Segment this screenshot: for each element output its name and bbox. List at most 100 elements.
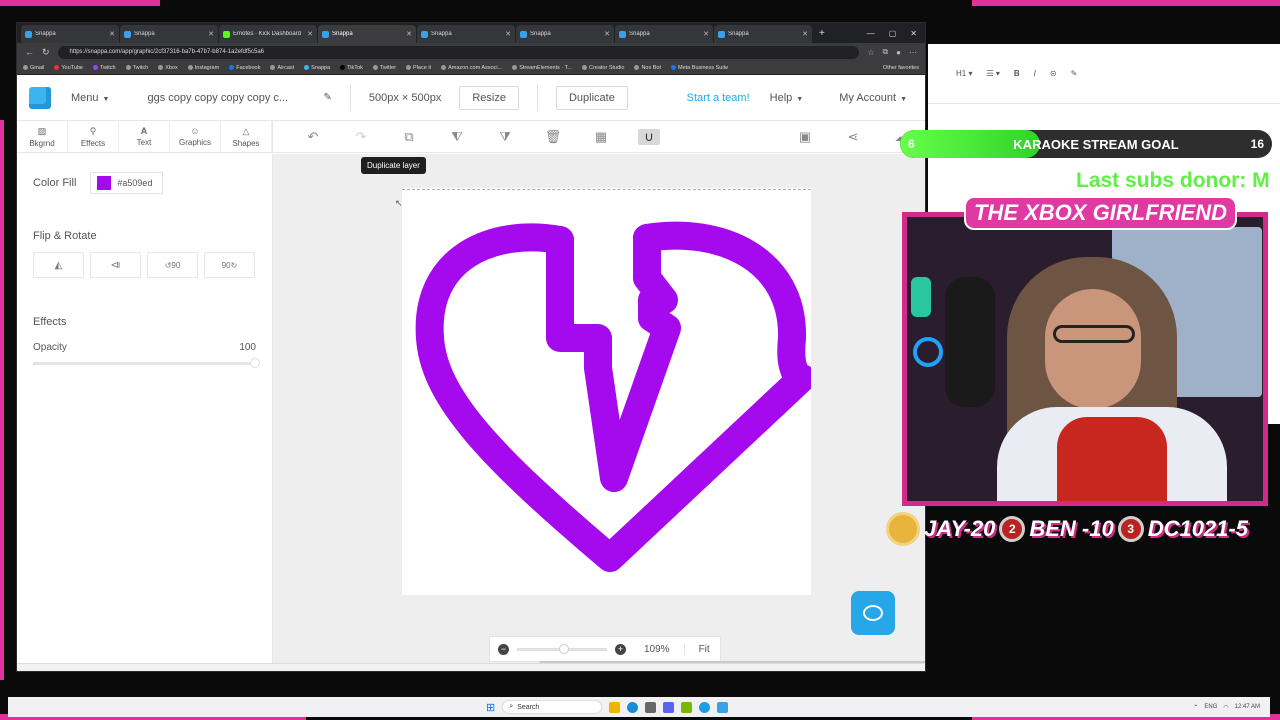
- close-icon[interactable]: ✕: [604, 30, 610, 38]
- tab-graphics[interactable]: ☺ Graphics: [170, 121, 221, 152]
- tab-background[interactable]: ▨ Bkgrnd: [17, 121, 68, 152]
- other-favorites[interactable]: Other favorites: [883, 65, 919, 71]
- close-icon[interactable]: ✕: [505, 30, 511, 38]
- browser-tab[interactable]: Snappa ✕: [120, 25, 218, 43]
- bookmark-item[interactable]: TikTok: [340, 65, 363, 71]
- rotate-left-button[interactable]: ↺90: [147, 252, 198, 278]
- tab-text[interactable]: A Text: [119, 121, 170, 152]
- broken-heart-graphic[interactable]: [402, 188, 811, 595]
- file-explorer-icon[interactable]: [609, 701, 621, 713]
- edit-pencil-icon[interactable]: ✎: [323, 92, 331, 103]
- close-icon[interactable]: ✕: [208, 30, 214, 38]
- resize-button[interactable]: Resize: [459, 85, 519, 110]
- star-icon[interactable]: ☆: [867, 48, 874, 57]
- bookmark-item[interactable]: Facebook: [229, 65, 260, 71]
- redo-icon[interactable]: ↷: [337, 129, 385, 145]
- wifi-icon[interactable]: ◠: [1223, 704, 1228, 711]
- extensions-icon[interactable]: ⧉: [882, 47, 888, 57]
- browser-icon[interactable]: [627, 701, 639, 713]
- browser-tab[interactable]: Snappa ✕: [417, 25, 515, 43]
- send-backward-icon[interactable]: ⧨: [433, 129, 481, 145]
- url-field[interactable]: https://snappa.com/app/graphic/2cf37316-…: [57, 45, 860, 59]
- bookmark-item[interactable]: Twitch: [93, 65, 116, 71]
- design-canvas[interactable]: [402, 188, 811, 595]
- stream-frame-left: [0, 120, 4, 680]
- flip-horizontal-button[interactable]: ◭: [33, 252, 84, 278]
- browser-tab[interactable]: Snappa ✕: [714, 25, 812, 43]
- duplicate-button[interactable]: Duplicate: [555, 85, 628, 110]
- browser-tab-active[interactable]: Snappa ✕: [318, 25, 416, 43]
- browser-tab[interactable]: Emotes · Kick Dashboard ✕: [219, 25, 317, 43]
- language-indicator[interactable]: ENG: [1204, 704, 1217, 710]
- opacity-slider[interactable]: [33, 358, 260, 368]
- duplicate-layer-icon[interactable]: ⧉: [385, 129, 433, 145]
- clock[interactable]: 12:47 AM: [1235, 704, 1260, 710]
- bookmark-item[interactable]: Gmail: [23, 65, 44, 71]
- minimize-icon[interactable]: —: [867, 29, 875, 38]
- tray-chevron-icon[interactable]: ⌃: [1193, 704, 1198, 711]
- zoom-in-icon[interactable]: +: [615, 643, 626, 655]
- bookmark-item[interactable]: Instagram: [187, 65, 219, 71]
- browser-tab[interactable]: Snappa ✕: [516, 25, 614, 43]
- start-team-link[interactable]: Start a team!: [687, 92, 750, 104]
- bookmark-item[interactable]: Snappa: [304, 65, 330, 71]
- close-icon[interactable]: ✕: [802, 30, 808, 38]
- color-picker[interactable]: #a509ed: [90, 172, 164, 194]
- opacity-slider-handle[interactable]: [250, 358, 260, 368]
- bookmark-item[interactable]: Twitch: [125, 65, 148, 71]
- tab-effects[interactable]: ⚲ Effects: [68, 121, 119, 152]
- close-window-icon[interactable]: ✕: [910, 29, 917, 38]
- bring-forward-icon[interactable]: ⧩: [481, 129, 529, 145]
- bookmark-item[interactable]: Meta Business Suite: [671, 65, 728, 71]
- close-icon[interactable]: ✕: [406, 30, 412, 38]
- magnet-icon[interactable]: ∪: [638, 128, 660, 145]
- browser-tab[interactable]: Snappa ✕: [21, 25, 119, 43]
- reload-icon[interactable]: ↻: [42, 47, 50, 58]
- fit-button[interactable]: Fit: [683, 643, 710, 655]
- edge-icon[interactable]: [699, 701, 711, 713]
- tab-shapes[interactable]: △ Shapes: [221, 121, 272, 152]
- zoom-slider-handle[interactable]: [559, 643, 569, 654]
- notepad-icon[interactable]: [717, 701, 729, 713]
- bookmark-item[interactable]: StreamElements · T...: [512, 65, 572, 71]
- chat-support-button[interactable]: [851, 591, 895, 635]
- bookmark-item[interactable]: Nox Bot: [634, 65, 661, 71]
- bookmark-item[interactable]: Xbox: [158, 65, 178, 71]
- bookmark-item[interactable]: Twitter: [372, 65, 396, 71]
- grid-icon[interactable]: ▦: [577, 129, 625, 145]
- browser-bottom-scrollbar[interactable]: [17, 663, 925, 671]
- bookmark-item[interactable]: Aircast: [270, 65, 294, 71]
- account-menu[interactable]: My Account ▼: [839, 92, 907, 104]
- color-swatch[interactable]: [97, 176, 112, 190]
- bookmark-item[interactable]: YouTube: [54, 65, 83, 71]
- browser-tab[interactable]: Snappa ✕: [615, 25, 713, 43]
- bookmark-item[interactable]: Creator Studio: [581, 65, 624, 71]
- rotate-right-button[interactable]: 90↻: [204, 252, 255, 278]
- delete-icon[interactable]: 🗑: [529, 129, 577, 145]
- zoom-slider[interactable]: [517, 643, 607, 654]
- close-icon[interactable]: ✕: [703, 30, 709, 38]
- profile-icon[interactable]: ●: [896, 48, 901, 57]
- discord-icon[interactable]: [663, 701, 675, 713]
- windows-start-icon[interactable]: ⊞: [486, 701, 495, 714]
- undo-icon[interactable]: ↶: [289, 129, 337, 145]
- more-icon[interactable]: ⋯: [909, 48, 917, 57]
- maximize-icon[interactable]: ▢: [889, 29, 897, 38]
- snappa-logo[interactable]: [29, 86, 51, 109]
- bookmark-item[interactable]: Amazon.com Associ...: [441, 65, 502, 71]
- help-menu[interactable]: Help ▼: [770, 92, 804, 104]
- new-tab-icon[interactable]: +: [813, 28, 831, 39]
- document-title[interactable]: ggs copy copy copy copy c...: [147, 92, 313, 104]
- taskbar-search[interactable]: ⌕ Search: [502, 700, 603, 714]
- menu-button[interactable]: Menu ▼: [71, 92, 109, 104]
- back-icon[interactable]: ←: [25, 47, 34, 57]
- bookmark-item[interactable]: Place it: [406, 65, 431, 71]
- app-icon[interactable]: [645, 701, 657, 713]
- close-icon[interactable]: ✕: [109, 30, 115, 38]
- share-icon[interactable]: ⋖: [829, 129, 877, 145]
- save-icon[interactable]: ▣: [781, 129, 829, 145]
- flip-vertical-button[interactable]: ⧏: [90, 252, 141, 278]
- close-icon[interactable]: ✕: [307, 30, 313, 38]
- nvidia-icon[interactable]: [681, 701, 693, 713]
- zoom-out-icon[interactable]: −: [498, 643, 509, 655]
